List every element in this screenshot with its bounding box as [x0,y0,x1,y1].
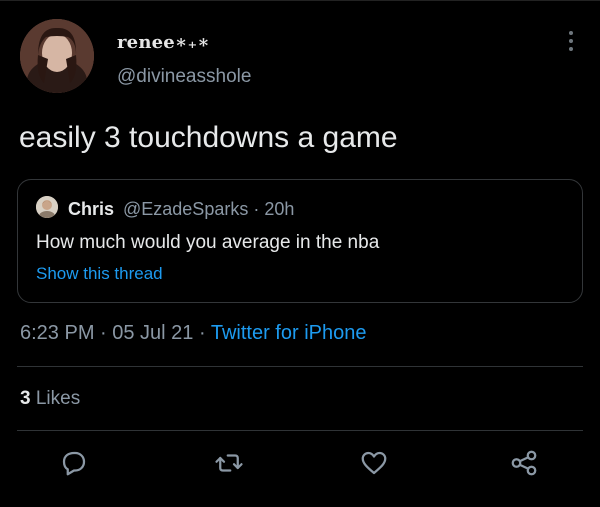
share-icon[interactable] [508,448,540,478]
show-thread-link[interactable]: Show this thread [36,264,163,284]
top-border [0,0,600,1]
tweet-text: easily 3 touchdowns a game [19,121,398,154]
like-icon[interactable] [358,448,390,478]
more-options-icon[interactable] [566,31,576,55]
likes-number: 3 [20,388,31,409]
timestamp: 6:23 PM · 05 Jul 21 · [20,322,211,344]
quoted-text: How much would you average in the nba [36,232,380,253]
divider [17,430,583,431]
retweet-icon[interactable] [213,448,245,478]
reply-icon[interactable] [58,448,90,478]
display-name[interactable]: renee∗₊∗ [117,32,210,53]
likes-label: Likes [35,388,81,409]
likes-count[interactable]: 3 Likes [20,388,80,410]
divider [17,366,583,367]
avatar[interactable] [20,19,94,93]
tweet-meta: 6:23 PM · 05 Jul 21 · Twitter for iPhone [20,322,366,345]
quoted-name: Chris [68,199,115,219]
user-handle[interactable]: @divineasshole [117,66,251,88]
quoted-handle-time: @EzadeSparks · 20h [123,199,295,219]
client-link[interactable]: Twitter for iPhone [211,322,367,344]
quoted-tweet[interactable]: Chris @EzadeSparks · 20h How much would … [17,179,583,303]
quoted-avatar [36,196,58,218]
